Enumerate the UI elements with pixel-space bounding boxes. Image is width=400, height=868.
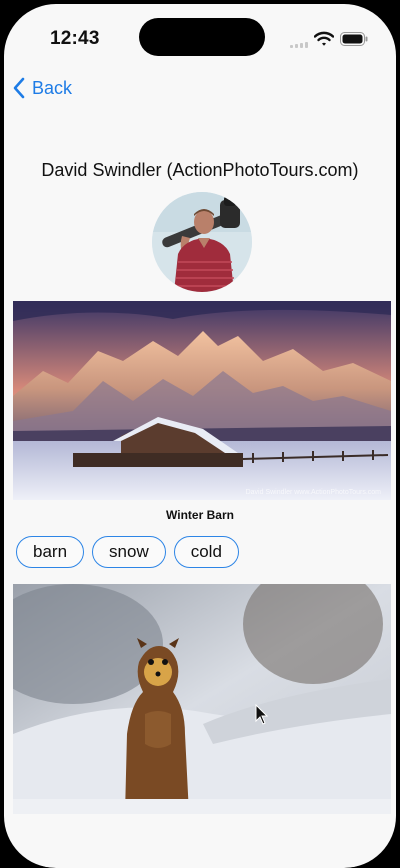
signal-icon (290, 42, 310, 48)
tag-barn[interactable]: barn (16, 536, 85, 568)
tag-list: barn snow cold (16, 536, 239, 568)
author-name: David Swindler (ActionPhotoTours.com) (41, 160, 359, 180)
cursor-icon (255, 704, 269, 725)
chevron-left-icon (13, 77, 25, 99)
status-bar: 12:43 (4, 4, 396, 64)
winter-barn-image (13, 301, 391, 500)
wifi-icon (314, 31, 334, 46)
dynamic-island (139, 18, 265, 56)
back-button[interactable]: Back (12, 72, 72, 104)
pine-marten-image (13, 584, 391, 814)
avatar[interactable] (152, 192, 252, 292)
device-frame: 12:43 Back David Swindler (ActionPhotoTo… (0, 0, 400, 868)
post-photo-marten[interactable] (13, 584, 391, 814)
tag-cold[interactable]: cold (173, 536, 239, 568)
photo-watermark: David Swindler www.ActionPhotoTours.com (245, 489, 381, 496)
battery-icon (340, 32, 368, 46)
post-caption: Winter Barn (166, 508, 234, 522)
status-time: 12:43 (50, 28, 100, 49)
back-button-label: Back (32, 77, 73, 98)
app-screen: 12:43 Back David Swindler (ActionPhotoTo… (4, 4, 396, 868)
post-photo-winter-barn[interactable]: David Swindler www.ActionPhotoTours.com (13, 301, 391, 500)
tag-snow[interactable]: snow (92, 536, 166, 568)
avatar-photo (152, 192, 252, 292)
